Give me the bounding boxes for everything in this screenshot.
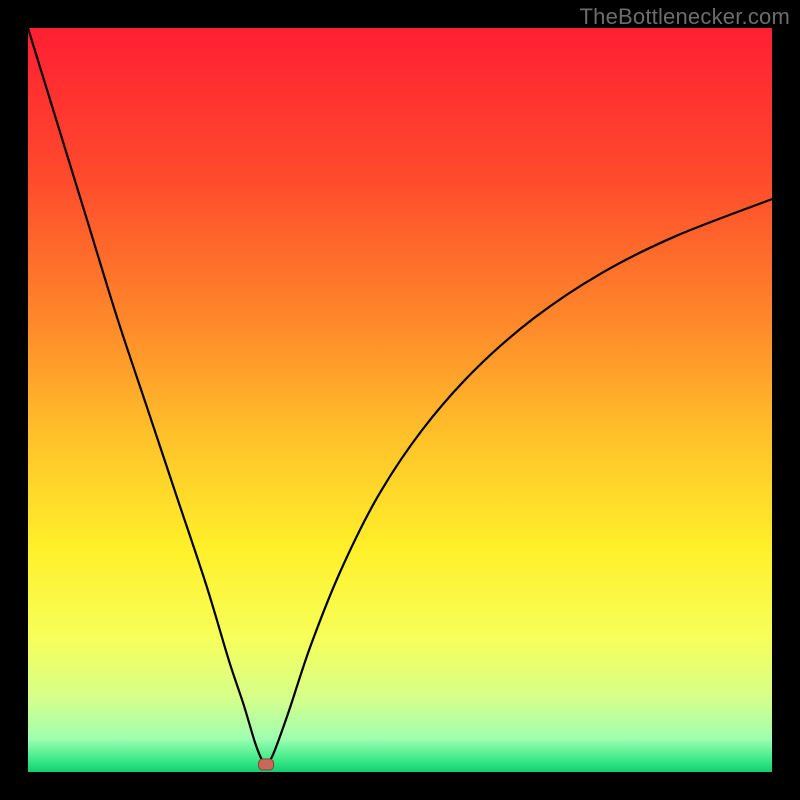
chart-svg <box>28 28 772 772</box>
optimal-point-marker <box>259 759 274 770</box>
plot-area <box>28 28 772 772</box>
chart-frame: TheBottlenecker.com <box>0 0 800 800</box>
gradient-background <box>28 28 772 772</box>
watermark-label: TheBottlenecker.com <box>580 4 790 30</box>
